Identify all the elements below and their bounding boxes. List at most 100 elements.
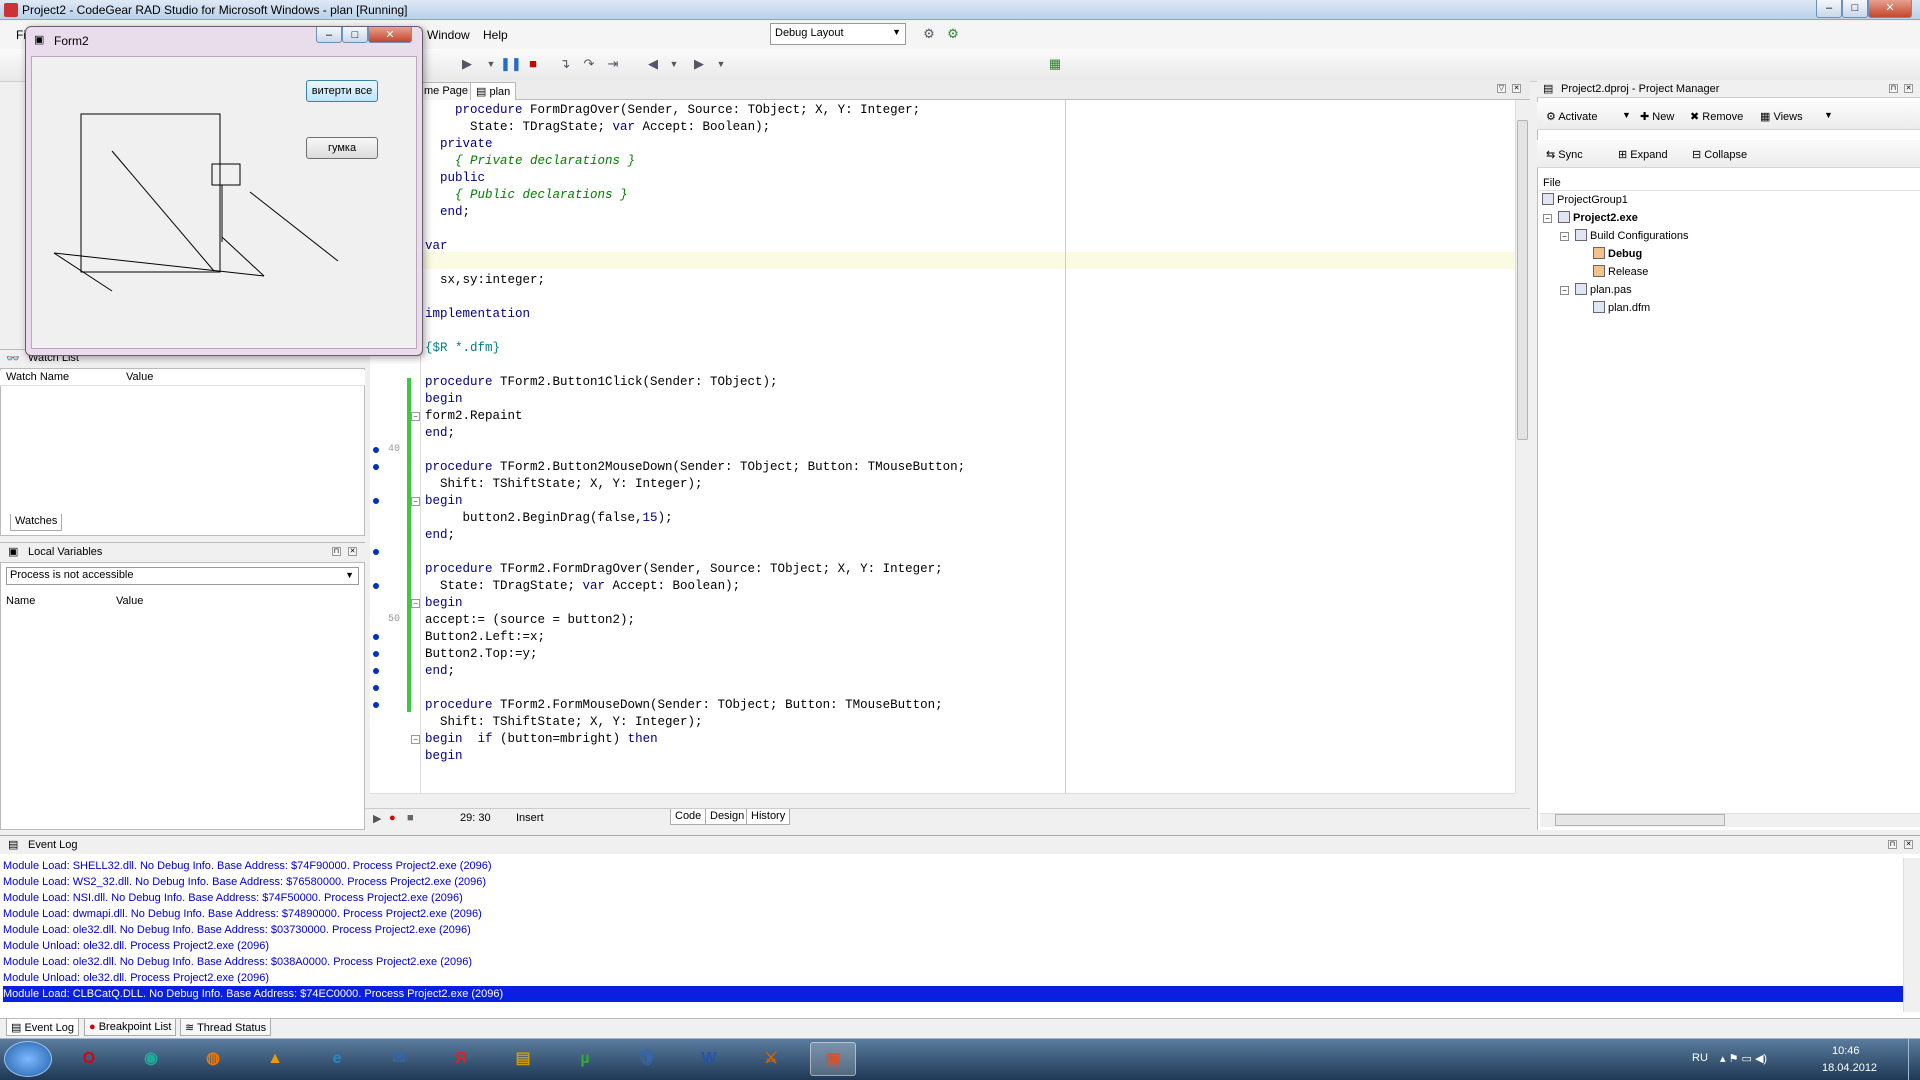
tab-thread-status[interactable]: ≋ Thread Status <box>180 1019 272 1036</box>
taskbar-app-icon[interactable]: ▲ <box>252 1042 298 1076</box>
code-line[interactable]: begin <box>425 493 463 510</box>
form2-close-button[interactable]: ✕ <box>368 27 412 43</box>
col-local-value[interactable]: Value <box>116 595 143 607</box>
code-line[interactable]: { Public declarations } <box>425 187 628 204</box>
pin-icon[interactable]: ⊓ <box>1888 840 1897 849</box>
event-log-line[interactable]: Module Load: SHELL32.dll. No Debug Info.… <box>3 858 492 874</box>
event-log-line[interactable]: Module Unload: ole32.dll. Process Projec… <box>3 970 269 986</box>
breakpoint-dot[interactable] <box>373 464 379 470</box>
record-icon[interactable]: ● <box>389 812 396 824</box>
event-log-line[interactable]: Module Load: ole32.dll. No Debug Info. B… <box>3 922 471 938</box>
code-line[interactable]: sx,sy:integer; <box>425 272 545 289</box>
code-line[interactable]: {$R *.dfm} <box>425 340 500 357</box>
code-line[interactable]: begin <box>425 391 463 408</box>
sync-button[interactable]: ⇆ Sync <box>1546 148 1583 161</box>
col-watch-value[interactable]: Value <box>126 371 153 383</box>
clock-time[interactable]: 10:46 <box>1832 1045 1860 1057</box>
col-file[interactable]: File <box>1543 177 1561 189</box>
taskbar-app-icon[interactable]: O <box>66 1042 112 1076</box>
code-line[interactable]: procedure TForm2.Button1Click(Sender: TO… <box>425 374 778 391</box>
back-dropdown-icon[interactable]: ▼ <box>665 55 683 73</box>
run-small-icon[interactable]: ▶ <box>373 812 381 825</box>
col-watch-name[interactable]: Watch Name <box>6 371 69 383</box>
code-editor[interactable]: procedure FormDragOver(Sender, Source: T… <box>420 100 1515 795</box>
run-icon[interactable]: ▶ <box>458 55 476 73</box>
activate-dropdown-icon[interactable]: ▼ <box>1622 110 1631 120</box>
taskbar-app-icon[interactable]: Я <box>438 1042 484 1076</box>
code-line[interactable]: procedure TForm2.Button2MouseDown(Sender… <box>425 459 965 476</box>
tab-watches[interactable]: Watches <box>10 514 63 531</box>
code-line[interactable]: end; <box>425 425 455 442</box>
form2-maximize-button[interactable]: □ <box>342 27 368 43</box>
eraser-button[interactable]: гумка <box>306 137 378 159</box>
taskbar-app-icon[interactable]: ▤ <box>500 1042 546 1076</box>
new-button[interactable]: ✚ New <box>1640 110 1674 123</box>
tree-debug[interactable]: Debug <box>1593 247 1642 260</box>
taskbar-app-icon[interactable]: ◍ <box>190 1042 236 1076</box>
back-icon[interactable]: ◀ <box>644 55 662 73</box>
step-over-icon[interactable]: ↷ <box>580 55 598 73</box>
collapse-toggle[interactable]: − <box>1543 214 1552 223</box>
code-line[interactable]: button2.BeginDrag(false,15); <box>425 510 673 527</box>
stop-small-icon[interactable]: ■ <box>407 812 414 824</box>
tab-welcome-page[interactable]: me Page <box>418 82 475 100</box>
code-line[interactable]: procedure FormDragOver(Sender, Source: T… <box>425 102 920 119</box>
code-line[interactable]: end; <box>425 663 455 680</box>
menu-window[interactable]: Window <box>427 28 470 42</box>
forward-icon[interactable]: ▶ <box>690 55 708 73</box>
code-line[interactable]: Shift: TShiftState; X, Y: Integer); <box>425 714 703 731</box>
code-fold-toggle[interactable]: − <box>411 497 420 506</box>
code-line[interactable]: Button2.Top:=y; <box>425 646 538 663</box>
activate-button[interactable]: ⚙ Activate <box>1546 110 1597 123</box>
tab-history[interactable]: History <box>746 809 791 825</box>
forward-dropdown-icon[interactable]: ▼ <box>712 55 730 73</box>
tree-unit[interactable]: plan.pas <box>1575 283 1632 296</box>
code-line[interactable]: Shift: TShiftState; X, Y: Integer); <box>425 476 703 493</box>
breakpoint-dot[interactable] <box>373 685 379 691</box>
close-panel-icon[interactable]: ✕ <box>348 547 357 556</box>
language-indicator[interactable]: RU <box>1692 1052 1708 1064</box>
breakpoint-dot[interactable] <box>373 702 379 708</box>
close-tab-icon[interactable]: ✕ <box>1512 84 1521 93</box>
event-log-scrollbar[interactable] <box>1903 858 1920 1012</box>
tab-breakpoint-list[interactable]: ● Breakpoint List <box>84 1019 177 1036</box>
code-line[interactable]: begin <box>425 748 463 765</box>
pin-icon[interactable]: ⊓ <box>332 547 341 556</box>
event-log-line[interactable]: Module Load: ole32.dll. No Debug Info. B… <box>3 954 472 970</box>
close-button[interactable]: ✕ <box>1868 0 1912 18</box>
trace-into-icon[interactable]: ↴ <box>556 55 574 73</box>
tab-code[interactable]: Code <box>670 809 707 825</box>
clock-date[interactable]: 18.04.2012 <box>1822 1062 1877 1074</box>
taskbar-app-icon[interactable]: 🛡 <box>624 1042 670 1076</box>
code-fold-toggle[interactable]: − <box>411 735 420 744</box>
code-line[interactable]: procedure TForm2.FormMouseDown(Sender: T… <box>425 697 943 714</box>
editor-scroll-thumb[interactable] <box>1517 120 1528 440</box>
code-line[interactable]: public <box>425 170 485 187</box>
col-local-name[interactable]: Name <box>6 595 35 607</box>
breakpoint-dot[interactable] <box>373 549 379 555</box>
tab-list-icon[interactable]: ▽ <box>1497 84 1506 93</box>
editor-horizontal-scrollbar[interactable] <box>370 793 1515 807</box>
tray-icons[interactable]: ▴ ⚑ ▭ ◀) <box>1720 1052 1767 1065</box>
run-to-cursor-icon[interactable]: ⇥ <box>604 55 622 73</box>
pause-icon[interactable]: ❚❚ <box>500 55 522 73</box>
views-dropdown-icon[interactable]: ▼ <box>1824 110 1833 120</box>
tree-build-configs[interactable]: Build Configurations <box>1575 229 1688 242</box>
breakpoint-dot[interactable] <box>373 583 379 589</box>
show-desktop-button[interactable] <box>1908 1039 1920 1080</box>
code-fold-toggle[interactable]: − <box>411 599 420 608</box>
collapse-button[interactable]: ⊟ Collapse <box>1692 148 1747 161</box>
clear-all-button[interactable]: витерти все <box>306 80 378 102</box>
taskbar-app-icon[interactable]: e <box>314 1042 360 1076</box>
maximize-button[interactable]: □ <box>1842 0 1868 18</box>
tab-event-log[interactable]: ▤ Event Log <box>6 1019 79 1036</box>
tree-project-group[interactable]: ProjectGroup1 <box>1542 193 1628 206</box>
breakpoint-dot[interactable] <box>373 634 379 640</box>
taskbar-app-icon[interactable]: ⚔ <box>748 1042 794 1076</box>
close-panel-icon[interactable]: ✕ <box>1904 84 1913 93</box>
layout-dropdown[interactable]: Debug Layout ▼ <box>770 23 906 45</box>
help-book-icon[interactable]: ▦ <box>1046 55 1064 73</box>
minimize-button[interactable]: – <box>1816 0 1842 18</box>
taskbar-app-icon[interactable]: W <box>686 1042 732 1076</box>
collapse-toggle[interactable]: − <box>1560 286 1569 295</box>
